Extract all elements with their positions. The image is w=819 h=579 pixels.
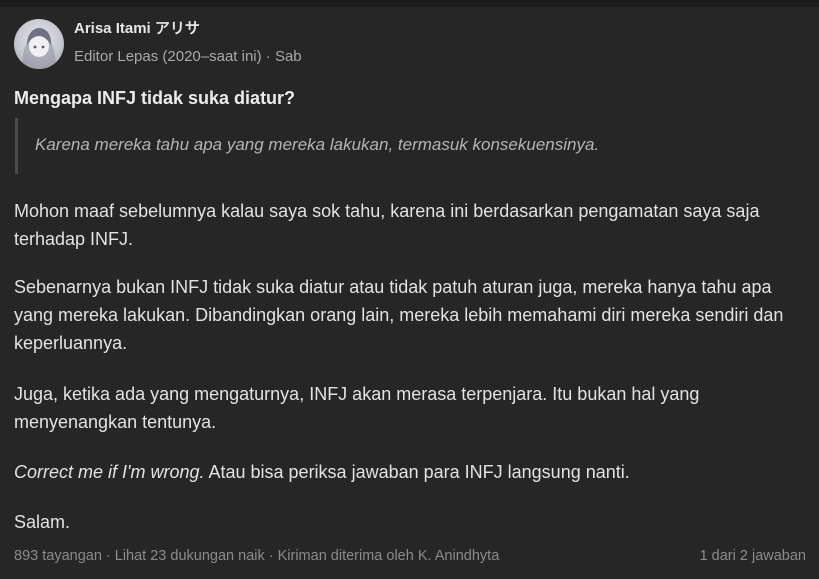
- answer-paragraph-4: Correct me if I'm wrong. Atau bisa perik…: [14, 458, 804, 486]
- avatar[interactable]: [14, 19, 64, 69]
- author-credential: Editor Lepas (2020–saat ini) · Sab: [74, 48, 302, 65]
- quote-text: Karena mereka tahu apa yang mereka lakuk…: [35, 135, 600, 154]
- answer-paragraph-1: Mohon maaf sebelumnya kalau saya sok tah…: [14, 201, 760, 249]
- blockquote: Karena mereka tahu apa yang mereka lakuk…: [15, 118, 798, 174]
- author-header: Arisa Itami アリサ Editor Lepas (2020–saat …: [14, 19, 302, 69]
- answer-footer: 893 tayangan · Lihat 23 dukungan naik · …: [14, 548, 806, 564]
- question-title[interactable]: Mengapa INFJ tidak suka diatur?: [14, 88, 295, 109]
- answer-paragraph-3: Juga, ketika ada yang mengaturnya, INFJ …: [14, 384, 700, 432]
- answer-pager[interactable]: 1 dari 2 jawaban: [700, 548, 806, 564]
- answer-stats[interactable]: 893 tayangan · Lihat 23 dukungan naik · …: [14, 548, 499, 564]
- paragraph-4-text: Atau bisa periksa jawaban para INFJ lang…: [204, 462, 630, 482]
- italic-phrase: Correct me if I'm wrong.: [14, 462, 205, 482]
- avatar-illustration-icon: [22, 28, 56, 69]
- author-name[interactable]: Arisa Itami アリサ: [74, 19, 302, 39]
- answer-paragraph-5: Salam.: [14, 512, 71, 532]
- top-bar: [0, 0, 819, 7]
- answer-paragraph-2: Sebenarnya bukan INFJ tidak suka diatur …: [14, 277, 784, 353]
